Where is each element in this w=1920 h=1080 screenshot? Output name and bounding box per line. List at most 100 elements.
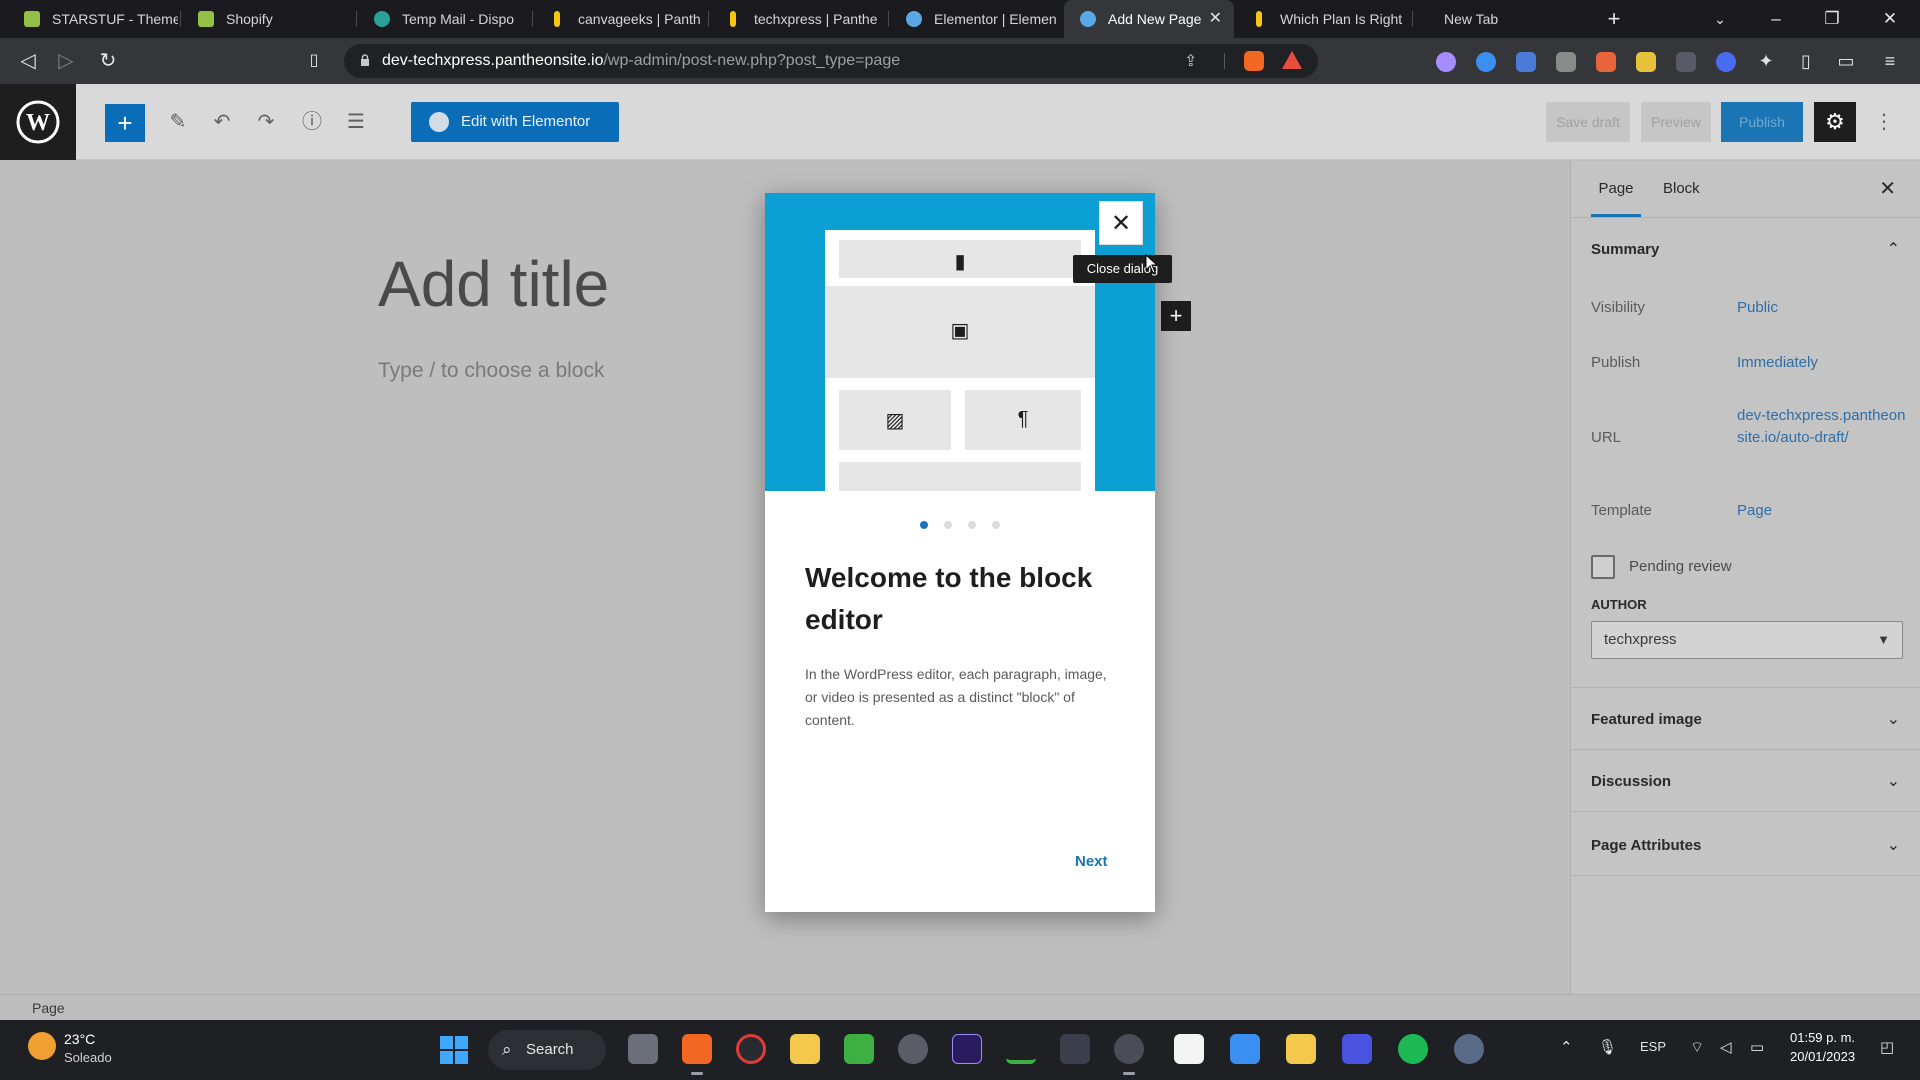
- more-options-icon[interactable]: ⋮: [1872, 102, 1896, 142]
- sidebar-icon[interactable]: ▯: [1794, 50, 1818, 72]
- next-button[interactable]: Next: [1075, 853, 1108, 870]
- microphone-icon[interactable]: 🎙: [1598, 1038, 1617, 1056]
- clock-date[interactable]: 20/01/2023: [1790, 1049, 1855, 1064]
- extension-icon[interactable]: [1636, 52, 1656, 72]
- pending-review-checkbox[interactable]: [1591, 555, 1615, 579]
- discussion-panel[interactable]: Discussion: [1591, 773, 1671, 790]
- minimize-icon[interactable]: –: [1756, 0, 1796, 38]
- save-draft-button[interactable]: Save draft: [1546, 102, 1630, 142]
- featured-image-panel[interactable]: Featured image: [1591, 711, 1702, 728]
- block-inserter-button[interactable]: +: [105, 104, 145, 142]
- browser-tab[interactable]: Which Plan Is Right: [1236, 0, 1410, 38]
- publish-button[interactable]: Publish: [1721, 102, 1803, 142]
- brave-browser-icon[interactable]: [682, 1034, 712, 1075]
- add-block-icon[interactable]: +: [1161, 301, 1191, 331]
- browser-tab[interactable]: techxpress | Panthe: [710, 0, 886, 38]
- browser-tab[interactable]: Shopify: [182, 0, 352, 38]
- share-icon[interactable]: ⇪: [1184, 51, 1197, 71]
- weather-sun-icon[interactable]: [28, 1032, 56, 1060]
- microsoft-store-icon[interactable]: [1286, 1034, 1316, 1064]
- template-value[interactable]: Page: [1737, 502, 1772, 519]
- pagination-dot[interactable]: [944, 521, 952, 529]
- spotify-icon[interactable]: [1398, 1034, 1428, 1064]
- post-title-input[interactable]: Add title: [378, 247, 609, 321]
- tab-page[interactable]: Page: [1591, 161, 1641, 217]
- menu-icon[interactable]: ≡: [1878, 50, 1902, 72]
- close-dialog-button[interactable]: ✕: [1099, 201, 1143, 245]
- browser-tab[interactable]: Elementor | Elemen: [890, 0, 1062, 38]
- breadcrumb[interactable]: Page: [32, 1000, 65, 1016]
- settings-gear-icon[interactable]: [1454, 1034, 1484, 1064]
- battery-icon[interactable]: ▭: [1750, 1038, 1764, 1056]
- opera-icon[interactable]: [736, 1034, 766, 1064]
- brave-shields-icon[interactable]: [1244, 51, 1264, 71]
- tab-block[interactable]: Block: [1663, 161, 1700, 217]
- pagination-dot[interactable]: [920, 521, 928, 529]
- url-value[interactable]: dev-techxpress.pantheonsite.io/auto-draf…: [1737, 405, 1907, 449]
- browser-tab[interactable]: New Tab: [1400, 0, 1580, 38]
- pagination-dot[interactable]: [992, 521, 1000, 529]
- settings-gear-icon[interactable]: ⚙: [1814, 102, 1856, 142]
- details-info-icon[interactable]: ⓘ: [294, 104, 330, 140]
- chevron-down-icon[interactable]: ⌄: [1887, 835, 1900, 855]
- app-icon[interactable]: [844, 1034, 874, 1064]
- capcut-icon[interactable]: [1174, 1034, 1204, 1064]
- browser-tab-active[interactable]: Add New Page ✕: [1064, 0, 1234, 38]
- publish-date-value[interactable]: Immediately: [1737, 354, 1818, 371]
- taskbar-search[interactable]: ⌕ Search: [488, 1030, 606, 1070]
- davinci-resolve-icon[interactable]: [1060, 1034, 1090, 1064]
- wifi-icon[interactable]: ⌔: [1690, 1038, 1704, 1057]
- extension-icon[interactable]: [1676, 52, 1696, 72]
- author-select[interactable]: techxpress ▼: [1591, 621, 1903, 659]
- clock-time[interactable]: 01:59 p. m.: [1790, 1030, 1855, 1045]
- restore-icon[interactable]: ❐: [1812, 0, 1852, 38]
- list-view-icon[interactable]: ☰: [338, 104, 374, 140]
- weather-condition[interactable]: Soleado: [64, 1050, 112, 1065]
- start-windows-icon[interactable]: [440, 1036, 468, 1064]
- close-sidebar-icon[interactable]: ✕: [1879, 161, 1896, 217]
- extension-icon[interactable]: [1476, 52, 1496, 72]
- chevron-down-icon[interactable]: ⌄: [1887, 771, 1900, 791]
- app-icon[interactable]: [1006, 1034, 1036, 1064]
- pagination-dot[interactable]: [968, 521, 976, 529]
- window-close-icon[interactable]: ✕: [1870, 0, 1910, 38]
- puzzle-icon[interactable]: ✦: [1754, 50, 1778, 72]
- browser-tab[interactable]: canvageeks | Panth: [534, 0, 706, 38]
- task-view-icon[interactable]: [628, 1034, 658, 1064]
- wordpress-logo-icon[interactable]: W: [0, 84, 76, 160]
- undo-icon[interactable]: ↶: [204, 104, 240, 140]
- new-tab-button[interactable]: +: [1594, 0, 1634, 38]
- preview-button[interactable]: Preview: [1641, 102, 1711, 142]
- address-bar[interactable]: dev-techxpress.pantheonsite.io/wp-admin/…: [344, 44, 1318, 78]
- summary-panel-title[interactable]: Summary: [1591, 241, 1659, 258]
- app-icon[interactable]: [898, 1034, 928, 1064]
- reload-icon[interactable]: ↻: [94, 47, 122, 75]
- tools-pencil-icon[interactable]: ✎: [160, 104, 196, 140]
- browser-tab[interactable]: STARSTUF - Theme: [8, 0, 178, 38]
- extension-icon[interactable]: [1596, 52, 1616, 72]
- keyboard-language[interactable]: ESP: [1640, 1039, 1666, 1054]
- weather-temperature[interactable]: 23°C: [64, 1031, 95, 1047]
- brave-rewards-icon[interactable]: [1282, 51, 1302, 69]
- back-icon[interactable]: ◁: [14, 47, 42, 75]
- tab-search-chevron-icon[interactable]: ⌄: [1700, 0, 1740, 38]
- translate-icon[interactable]: [1516, 52, 1536, 72]
- chevron-down-icon[interactable]: ⌄: [1887, 709, 1900, 729]
- bookmark-icon[interactable]: ▯: [300, 47, 328, 75]
- browser-tab[interactable]: Temp Mail - Dispo: [358, 0, 530, 38]
- obs-icon[interactable]: [1114, 1034, 1144, 1075]
- block-placeholder[interactable]: Type / to choose a block: [378, 359, 604, 383]
- edit-with-elementor-button[interactable]: Edit with Elementor: [411, 102, 619, 142]
- wallet-icon[interactable]: ▭: [1834, 50, 1858, 72]
- volume-icon[interactable]: ◁: [1720, 1038, 1732, 1056]
- extension-icon[interactable]: [1436, 52, 1456, 72]
- file-explorer-icon[interactable]: [790, 1034, 820, 1064]
- forward-icon[interactable]: ▷: [52, 47, 80, 75]
- extension-icon[interactable]: [1556, 52, 1576, 72]
- redo-icon[interactable]: ↷: [248, 104, 284, 140]
- notification-bell-icon[interactable]: ◰: [1880, 1038, 1894, 1056]
- close-icon[interactable]: ✕: [1209, 0, 1222, 38]
- mail-icon[interactable]: [1230, 1034, 1260, 1064]
- chevron-up-icon[interactable]: ⌃: [1560, 1038, 1573, 1056]
- page-attributes-panel[interactable]: Page Attributes: [1591, 837, 1701, 854]
